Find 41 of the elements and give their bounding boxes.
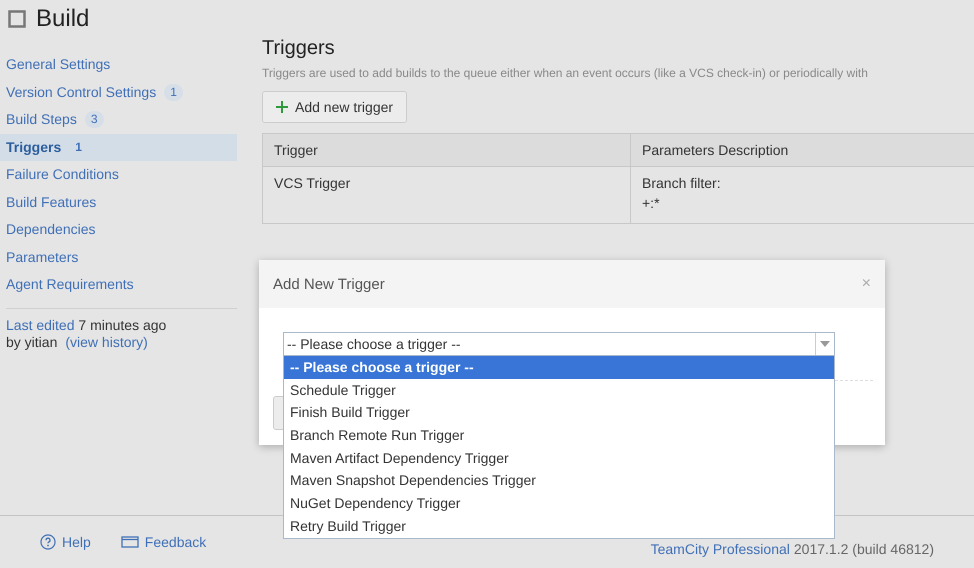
column-header: Trigger xyxy=(263,134,631,166)
view-history-link[interactable]: (view history) xyxy=(65,334,148,350)
help-icon xyxy=(40,534,56,550)
sidebar-item[interactable]: Build Features xyxy=(0,188,237,216)
column-header: Parameters Description xyxy=(641,141,790,160)
dialog-title: Add New Trigger xyxy=(273,276,385,292)
sidebar-item[interactable]: Triggers 1 xyxy=(0,134,237,161)
checkbox-icon xyxy=(8,10,26,28)
version-text: 2017.1.2 (build 46812) xyxy=(794,541,934,557)
dropdown-option[interactable]: Maven Snapshot Dependencies Trigger xyxy=(284,469,834,492)
dropdown-option[interactable]: Finish Build Trigger xyxy=(284,401,834,424)
dropdown-option[interactable]: Schedule Trigger xyxy=(284,378,834,402)
dropdown-option[interactable]: NuGet Dependency Trigger xyxy=(284,492,834,515)
table-cell-text: Branch filter: xyxy=(642,175,722,191)
sidebar-item[interactable]: Build Steps 3 xyxy=(0,106,237,134)
sidebar-item[interactable]: General Settings xyxy=(0,51,237,78)
dropdown-option[interactable]: Maven Artifact Dependency Trigger xyxy=(284,446,834,470)
add-trigger-button[interactable]: Add new trigger xyxy=(262,91,408,123)
trigger-select[interactable]: -- Please choose a trigger -- xyxy=(283,332,835,356)
page-title: Build xyxy=(36,5,90,33)
dropdown-option[interactable]: -- Please choose a trigger -- xyxy=(284,356,834,379)
section-description: Triggers are used to add builds to the queue either when an event occurs (like a VCS check-in) or periodically with xyxy=(262,66,869,80)
dropdown-option[interactable]: Retry Build Trigger xyxy=(284,514,834,538)
plus-icon xyxy=(276,101,288,113)
sidebar-item[interactable]: Agent Requirements xyxy=(0,271,237,298)
sidebar-item[interactable]: Version Control Settings 1 xyxy=(0,78,237,106)
section-title: Triggers xyxy=(262,37,336,60)
close-button[interactable]: × xyxy=(862,275,871,293)
help-link[interactable]: Help xyxy=(40,534,91,550)
table-cell: VCS Trigger xyxy=(263,167,631,223)
sidebar-item[interactable]: Parameters xyxy=(0,244,237,271)
last-edited-text: Last edited 7 minutes ago xyxy=(6,316,166,332)
dropdown-option[interactable]: Branch Remote Run Trigger xyxy=(284,424,834,447)
caret-icon xyxy=(820,341,830,347)
sidebar-item[interactable]: Dependencies xyxy=(0,216,237,244)
edited-by-text: by yitian xyxy=(6,334,58,350)
feedback-link[interactable]: Feedback xyxy=(120,534,206,550)
table-cell-text: +:* xyxy=(642,195,661,211)
product-link[interactable]: TeamCity Professional xyxy=(650,541,790,557)
sidebar-item[interactable]: Failure Conditions xyxy=(0,161,237,188)
envelope-icon xyxy=(120,536,139,548)
